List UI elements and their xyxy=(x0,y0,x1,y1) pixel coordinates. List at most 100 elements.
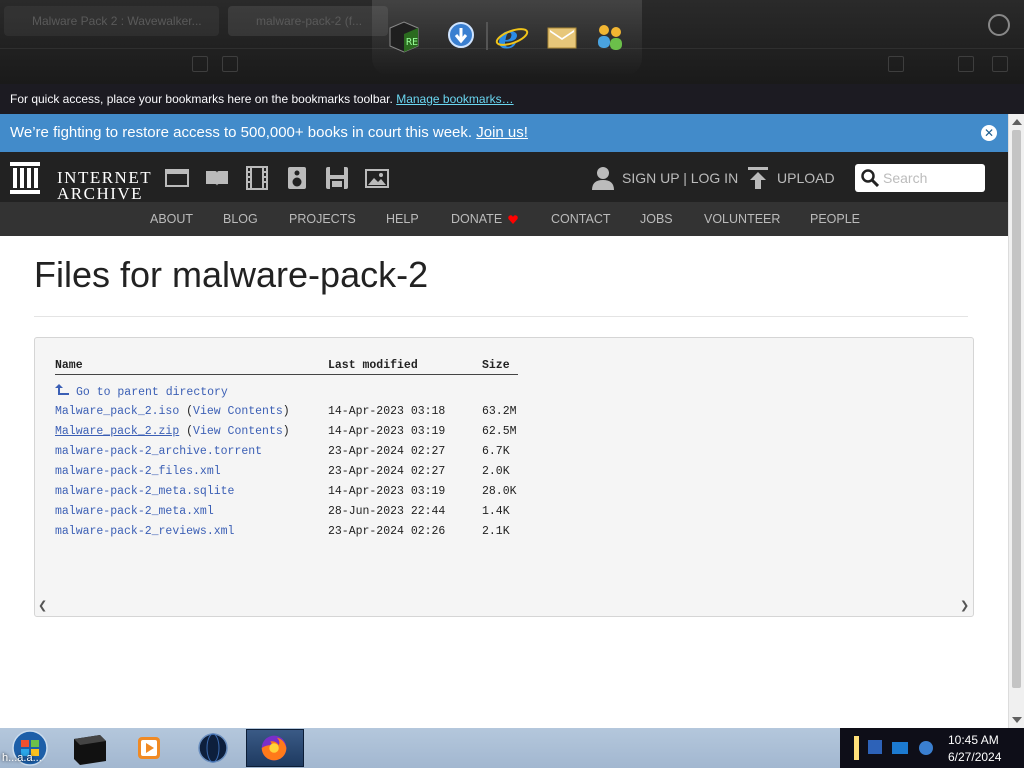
ie-download-icon[interactable] xyxy=(444,18,480,54)
column-header-size[interactable]: Size xyxy=(482,356,518,375)
extension-menu-button[interactable] xyxy=(988,14,1010,36)
file-link[interactable]: Malware_pack_2.iso xyxy=(55,405,179,418)
tray-indicator xyxy=(854,736,859,760)
vertical-scrollbar[interactable] xyxy=(1008,114,1024,728)
taskbar: h...a.a... 10:45 AM 6/27/2024 xyxy=(0,728,1024,768)
internet-archive-logo[interactable]: INTERNET ARCHIVE xyxy=(10,162,151,202)
audio-icon[interactable] xyxy=(285,166,309,190)
file-modified-cell: 14-Apr-2023 03:18 xyxy=(328,404,446,418)
join-us-link[interactable]: Join us! xyxy=(476,124,528,141)
tray-icons[interactable] xyxy=(864,736,944,760)
file-modified-cell: 23-Apr-2024 02:27 xyxy=(328,444,446,458)
parent-directory-label: Go to parent directory xyxy=(76,386,228,399)
user-icon xyxy=(592,167,614,190)
bookmarks-toolbar: For quick access, place your bookmarks h… xyxy=(0,84,1024,114)
page-title: Files for malware-pack-2 xyxy=(34,254,429,295)
file-size-cell: 62.5M xyxy=(482,424,517,438)
archive-building-icon xyxy=(10,162,40,194)
parent-directory-link[interactable]: Go to parent directory xyxy=(55,384,228,399)
nav-help[interactable]: HELP xyxy=(386,202,419,236)
scroll-thumb[interactable] xyxy=(1012,130,1021,688)
paren-open: ( xyxy=(179,424,194,438)
media-player-icon xyxy=(138,737,160,759)
monitor-icon xyxy=(892,742,908,754)
web-page: We’re fighting to restore access to 500,… xyxy=(0,114,1008,728)
file-name-cell: malware-pack-2_files.xml xyxy=(55,461,328,481)
sign-up-log-in-link[interactable]: SIGN UP | LOG IN xyxy=(592,166,738,190)
volume-icon xyxy=(919,741,933,755)
browser-tab-1[interactable]: Malware Pack 2 : Wavewalker... xyxy=(4,6,219,36)
file-size-cell: 2.0K xyxy=(482,464,510,478)
dock-separator xyxy=(486,22,488,50)
nav-contact[interactable]: CONTACT xyxy=(551,202,611,236)
nav-jobs[interactable]: JOBS xyxy=(640,202,673,236)
file-link[interactable]: malware-pack-2_archive.torrent xyxy=(55,445,262,458)
file-name-cell: malware-pack-2_meta.sqlite xyxy=(55,481,328,501)
column-header-name[interactable]: Name xyxy=(55,356,328,375)
nav-people[interactable]: PEOPLE xyxy=(810,202,860,236)
manage-bookmarks-link[interactable]: Manage bookmarks… xyxy=(396,92,513,106)
column-header-modified[interactable]: Last modified xyxy=(328,356,482,375)
nav-donate[interactable]: DONATE xyxy=(451,202,518,236)
texts-icon[interactable] xyxy=(205,166,229,190)
video-icon[interactable] xyxy=(245,166,269,190)
view-contents-link[interactable]: View Contents xyxy=(193,405,283,418)
task-app-box[interactable] xyxy=(60,729,118,767)
file-link[interactable]: malware-pack-2_reviews.xml xyxy=(55,525,234,538)
network-icon xyxy=(868,740,882,754)
taskbar-label: h...a.a... xyxy=(2,752,42,764)
task-app-globe[interactable] xyxy=(184,729,242,767)
web-icon[interactable] xyxy=(165,166,189,190)
file-link[interactable]: malware-pack-2_meta.sqlite xyxy=(55,485,234,498)
messenger-users-icon[interactable] xyxy=(592,18,628,54)
table-row: malware-pack-2_files.xml 23-Apr-2024 02:2… xyxy=(55,461,518,481)
clock-time[interactable]: 10:45 AM xyxy=(948,733,999,747)
file-modified-cell: 23-Apr-2024 02:27 xyxy=(328,464,446,478)
clock-date[interactable]: 6/27/2024 xyxy=(948,750,1001,764)
paren-open: ( xyxy=(179,404,194,418)
scroll-down-arrow[interactable] xyxy=(1012,717,1022,723)
file-link[interactable]: malware-pack-2_meta.xml xyxy=(55,505,214,518)
toolbar-ghost-icon xyxy=(992,56,1008,72)
table-header-row: Name Last modified Size xyxy=(55,356,518,375)
file-name-cell: malware-pack-2_archive.torrent xyxy=(55,441,328,461)
mail-folder-icon[interactable] xyxy=(544,18,580,54)
upload-link[interactable]: UPLOAD xyxy=(748,166,835,190)
file-size-cell: 63.2M xyxy=(482,404,517,418)
file-name-cell: Malware_pack_2.zip (View Contents) xyxy=(55,421,328,441)
browser-tab-2[interactable]: malware-pack-2 (f... xyxy=(228,6,388,36)
upload-icon xyxy=(748,167,768,189)
nav-projects[interactable]: PROJECTS xyxy=(289,202,356,236)
close-icon[interactable]: ✕ xyxy=(981,125,997,141)
nav-about[interactable]: ABOUT xyxy=(150,202,193,236)
file-modified-cell: 28-Jun-2023 22:44 xyxy=(328,504,446,518)
internet-explorer-icon[interactable]: e xyxy=(494,18,530,54)
table-row: malware-pack-2_reviews.xml 23-Apr-2024 02… xyxy=(55,521,518,541)
firefox-icon xyxy=(261,735,287,761)
file-name-cell: Malware_pack_2.iso (View Contents) xyxy=(55,401,328,421)
matrix-cube-icon[interactable]: RE xyxy=(386,18,422,54)
nav-blog[interactable]: BLOG xyxy=(223,202,258,236)
app-dock: RE e xyxy=(372,0,642,76)
table-row: malware-pack-2_archive.torrent 23-Apr-202… xyxy=(55,441,518,461)
toolbar-ghost-icon xyxy=(958,56,974,72)
task-app-media[interactable] xyxy=(120,729,178,767)
software-icon[interactable] xyxy=(325,166,349,190)
task-app-firefox[interactable] xyxy=(246,729,304,767)
view-contents-link[interactable]: View Contents xyxy=(193,425,283,438)
scroll-right-arrow[interactable]: ❯ xyxy=(960,600,970,612)
file-link[interactable]: malware-pack-2_files.xml xyxy=(55,465,221,478)
announcement-banner: We’re fighting to restore access to 500,… xyxy=(0,114,1008,152)
logo-wordmark: INTERNET ARCHIVE xyxy=(57,169,152,202)
system-tray: 10:45 AM 6/27/2024 xyxy=(840,728,1024,768)
table-row: Malware_pack_2.iso (View Contents) 14-Apr… xyxy=(55,401,518,421)
scroll-up-arrow[interactable] xyxy=(1012,119,1022,125)
site-header: INTERNET ARCHIVE SIGN UP | LOG IN UPLOAD… xyxy=(0,152,1008,202)
table-row: malware-pack-2_meta.xml 28-Jun-2023 22:44… xyxy=(55,501,518,521)
nav-volunteer[interactable]: VOLUNTEER xyxy=(704,202,780,236)
page-viewport: We’re fighting to restore access to 500,… xyxy=(0,114,1024,728)
file-size-cell: 28.0K xyxy=(482,484,517,498)
images-icon[interactable] xyxy=(365,166,389,190)
scroll-left-arrow[interactable]: ❮ xyxy=(38,600,48,612)
file-link[interactable]: Malware_pack_2.zip xyxy=(55,425,179,438)
